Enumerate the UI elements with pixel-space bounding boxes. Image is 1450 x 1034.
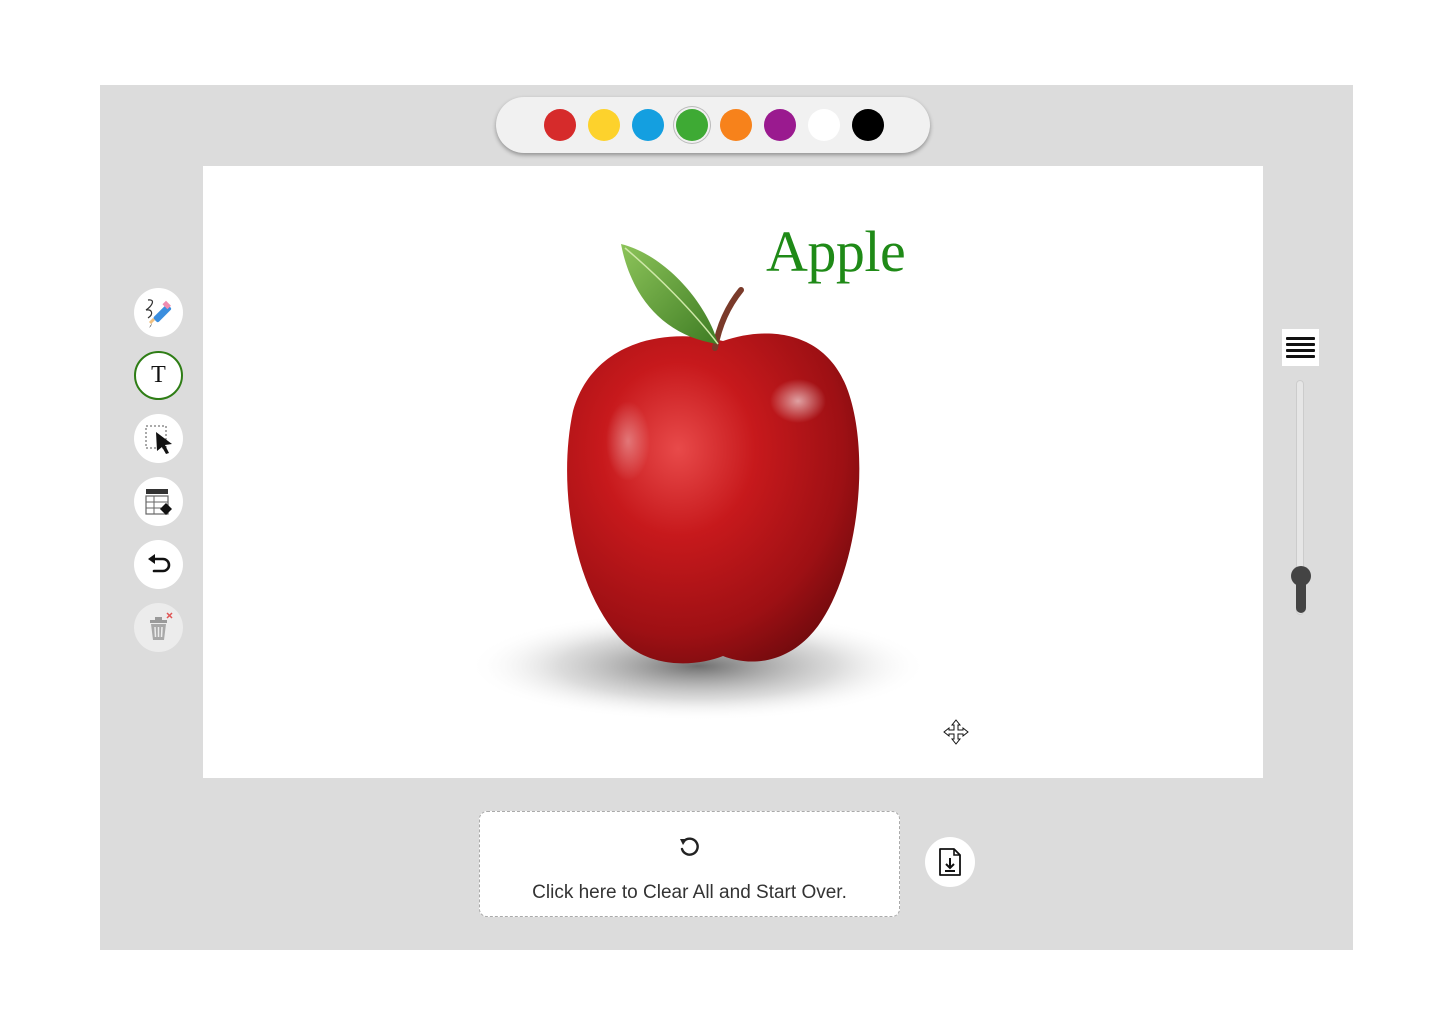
pencil-icon: [145, 298, 171, 328]
color-swatch-red[interactable]: [544, 109, 576, 141]
eraser-icon: [144, 488, 172, 515]
color-palette: [496, 97, 930, 153]
refresh-icon: [680, 837, 699, 856]
drawing-app: T Apple Click here to Clear All and Star…: [100, 85, 1353, 950]
undo-icon: [147, 553, 170, 572]
text-tool-button[interactable]: T: [134, 351, 183, 400]
download-file-icon: [939, 848, 961, 876]
apple-image: [468, 244, 928, 721]
color-swatch-blue[interactable]: [632, 109, 664, 141]
clear-all-button[interactable]: Click here to Clear All and Start Over.: [479, 811, 900, 917]
eraser-tool-button[interactable]: [134, 477, 183, 526]
color-swatch-orange[interactable]: [720, 109, 752, 141]
color-swatch-white[interactable]: [808, 109, 840, 141]
canvas-text-label[interactable]: Apple: [766, 218, 906, 285]
select-tool-button[interactable]: [134, 414, 183, 463]
download-button[interactable]: [925, 837, 975, 887]
clear-all-label: Click here to Clear All and Start Over.: [532, 882, 847, 903]
color-swatch-black[interactable]: [852, 109, 884, 141]
drawing-canvas[interactable]: Apple: [203, 166, 1263, 778]
color-swatch-green[interactable]: [676, 109, 708, 141]
move-cursor-icon: [943, 719, 969, 745]
trash-icon: [149, 611, 173, 640]
undo-button[interactable]: [134, 540, 183, 589]
line-width-icon: [1282, 329, 1319, 366]
delete-button[interactable]: [134, 603, 183, 652]
color-swatch-purple[interactable]: [764, 109, 796, 141]
pencil-tool-button[interactable]: [134, 288, 183, 337]
text-icon: T: [151, 362, 166, 388]
slider-handle[interactable]: [1291, 566, 1311, 614]
color-swatch-yellow[interactable]: [588, 109, 620, 141]
select-icon: [145, 425, 172, 454]
